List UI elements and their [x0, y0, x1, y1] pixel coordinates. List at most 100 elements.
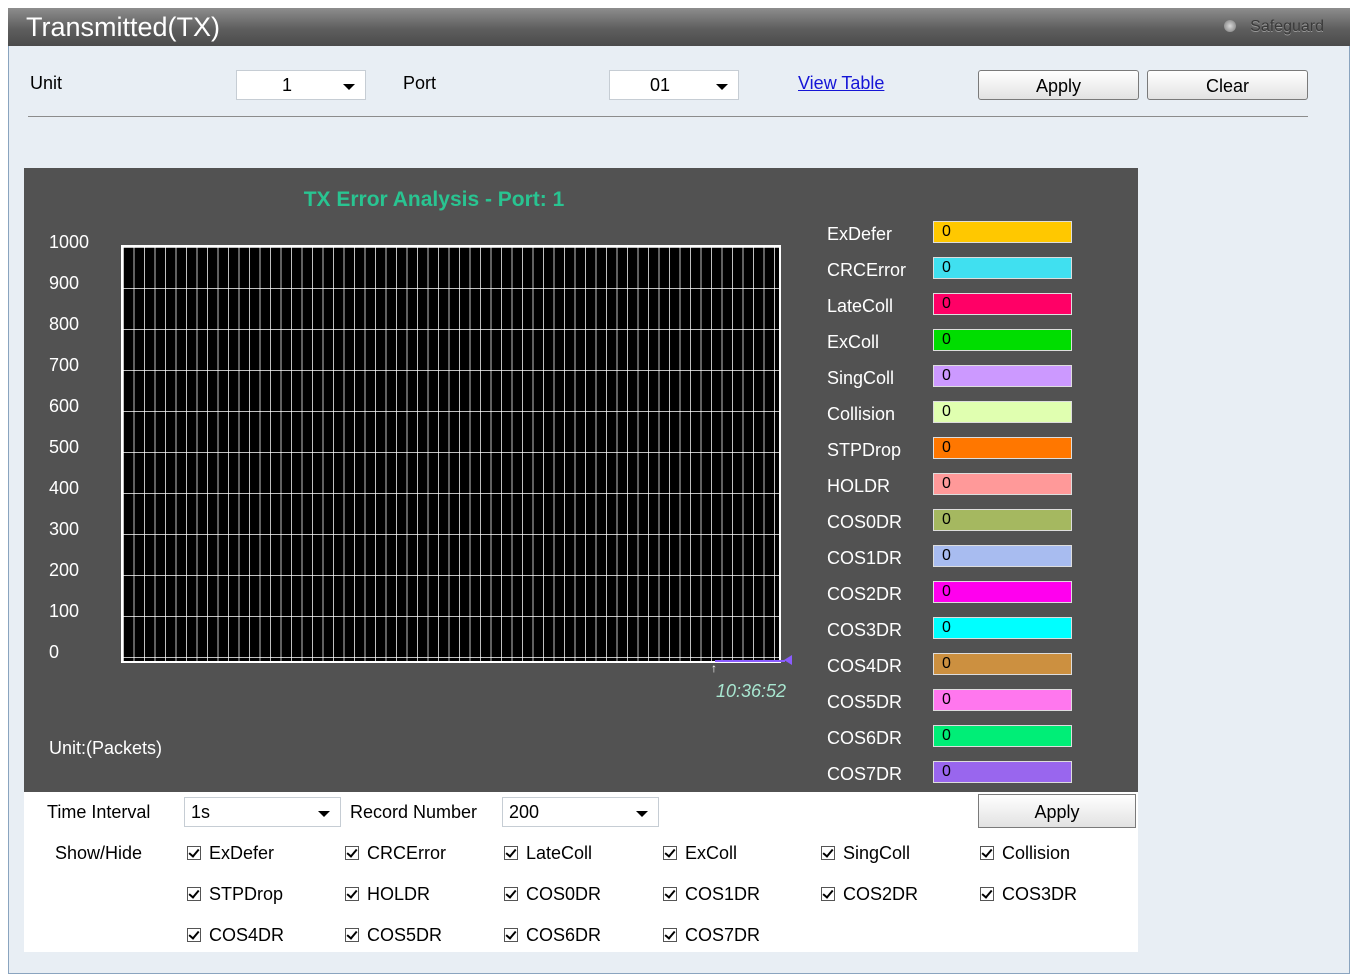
y-tick: 1000 — [49, 232, 90, 252]
checkbox-checked-icon[interactable] — [504, 928, 518, 942]
arrow-up-icon: ↑ — [711, 661, 717, 675]
legend-value: 0 — [933, 473, 1072, 495]
legend-label: Collision — [827, 404, 896, 424]
checkbox-excoll[interactable]: ExColl — [663, 843, 737, 864]
clear-button[interactable]: Clear — [1147, 70, 1308, 100]
legend-label: COS2DR — [827, 584, 903, 604]
checkbox-cos6dr[interactable]: COS6DR — [504, 925, 601, 946]
legend-label: COS3DR — [827, 620, 903, 640]
y-tick: 900 — [49, 273, 80, 293]
series-line — [715, 660, 785, 662]
legend-value: 0 — [933, 221, 1072, 243]
chart-title: TX Error Analysis - Port: 1 — [303, 188, 565, 211]
time-interval-select[interactable]: 1s — [184, 797, 341, 827]
legend-label: COS5DR — [827, 692, 903, 712]
checkbox-cos1dr[interactable]: COS1DR — [663, 884, 760, 905]
unit-select-value: 1 — [281, 75, 292, 95]
legend-value: 0 — [933, 761, 1072, 783]
y-tick: 700 — [49, 355, 80, 375]
legend-value: 0 — [933, 653, 1072, 675]
legend-value: 0 — [933, 617, 1072, 639]
checkbox-holdr[interactable]: HOLDR — [345, 884, 430, 905]
checkbox-cos7dr[interactable]: COS7DR — [663, 925, 760, 946]
legend-label: CRCError — [827, 260, 906, 280]
checkbox-exdefer[interactable]: ExDefer — [187, 843, 274, 864]
checkbox-stpdrop[interactable]: STPDrop — [187, 884, 283, 905]
checkbox-singcoll[interactable]: SingColl — [821, 843, 910, 864]
x-tick-timestamp: 10:36:52 — [716, 681, 787, 701]
apply-button[interactable]: Apply — [978, 70, 1139, 100]
safeguard-label: Safeguard — [1250, 18, 1324, 35]
legend-label: ExDefer — [827, 224, 893, 244]
checkbox-checked-icon[interactable] — [345, 887, 359, 901]
checkbox-crcerror[interactable]: CRCError — [345, 843, 446, 864]
checkbox-checked-icon[interactable] — [345, 928, 359, 942]
y-tick: 800 — [49, 314, 80, 334]
legend-value: 0 — [933, 689, 1072, 711]
time-interval-value: 1s — [191, 802, 211, 822]
checkbox-checked-icon[interactable] — [821, 887, 835, 901]
y-tick: 100 — [49, 601, 80, 621]
checkbox-checked-icon[interactable] — [187, 928, 201, 942]
legend-label: ExColl — [827, 332, 880, 352]
legend-value: 0 — [933, 437, 1072, 459]
checkbox-checked-icon[interactable] — [504, 846, 518, 860]
checkbox-cos2dr[interactable]: COS2DR — [821, 884, 918, 905]
chart-panel: TX Error Analysis - Port: 1 1000 900 800… — [24, 168, 1138, 792]
legend-label: COS7DR — [827, 764, 903, 784]
legend-value: 0 — [933, 509, 1072, 531]
legend-value: 0 — [933, 365, 1072, 387]
checkbox-checked-icon[interactable] — [345, 846, 359, 860]
checkbox-latecoll[interactable]: LateColl — [504, 843, 592, 864]
checkbox-checked-icon[interactable] — [980, 887, 994, 901]
checkbox-cos3dr[interactable]: COS3DR — [980, 884, 1077, 905]
legend-value: 0 — [933, 401, 1072, 423]
legend-value: 0 — [933, 581, 1072, 603]
legend-value: 0 — [933, 725, 1072, 747]
checkbox-checked-icon[interactable] — [504, 887, 518, 901]
record-number-label: Record Number — [350, 802, 478, 822]
checkbox-checked-icon[interactable] — [187, 887, 201, 901]
checkbox-checked-icon[interactable] — [821, 846, 835, 860]
checkbox-collision[interactable]: Collision — [980, 843, 1070, 864]
checkbox-cos5dr[interactable]: COS5DR — [345, 925, 442, 946]
view-table-link[interactable]: View Table — [798, 73, 884, 94]
legend-label: HOLDR — [827, 476, 891, 496]
title-bar: Transmitted(TX) Safeguard — [8, 8, 1350, 46]
legend-label: COS4DR — [827, 656, 903, 676]
checkbox-checked-icon[interactable] — [663, 846, 677, 860]
legend-value: 0 — [933, 293, 1072, 315]
page-title: Transmitted(TX) — [26, 12, 221, 42]
port-select[interactable]: 01 — [609, 70, 739, 100]
port-select-value: 01 — [649, 75, 671, 95]
current-point-marker — [784, 655, 792, 665]
record-number-value: 200 — [509, 802, 540, 822]
checkbox-cos0dr[interactable]: COS0DR — [504, 884, 601, 905]
y-tick: 200 — [49, 560, 80, 580]
chevron-down-icon — [343, 84, 355, 90]
show-hide-label: Show/Hide — [55, 843, 143, 863]
legend-value: 0 — [933, 329, 1072, 351]
chevron-down-icon — [318, 811, 330, 817]
y-tick: 600 — [49, 396, 80, 416]
legend-label: STPDrop — [827, 440, 902, 460]
checkbox-checked-icon[interactable] — [980, 846, 994, 860]
unit-select[interactable]: 1 — [236, 70, 366, 100]
checkbox-cos4dr[interactable]: COS4DR — [187, 925, 284, 946]
checkbox-checked-icon[interactable] — [663, 887, 677, 901]
y-tick: 500 — [49, 437, 80, 457]
checkbox-checked-icon[interactable] — [663, 928, 677, 942]
safeguard-indicator[interactable]: Safeguard — [1224, 18, 1324, 36]
port-label: Port — [403, 73, 437, 93]
safeguard-status-icon — [1224, 20, 1237, 32]
settings-apply-button[interactable]: Apply — [978, 794, 1136, 828]
legend-label: COS1DR — [827, 548, 903, 568]
legend-label: COS0DR — [827, 512, 903, 532]
unit-label: Unit — [30, 73, 63, 93]
legend-label: SingColl — [827, 368, 895, 388]
record-number-select[interactable]: 200 — [502, 797, 659, 827]
settings-panel: Time Interval 1s Record Number 200 Apply… — [24, 792, 1138, 952]
checkbox-checked-icon[interactable] — [187, 846, 201, 860]
plot-area — [121, 245, 781, 663]
time-interval-label: Time Interval — [47, 802, 151, 822]
